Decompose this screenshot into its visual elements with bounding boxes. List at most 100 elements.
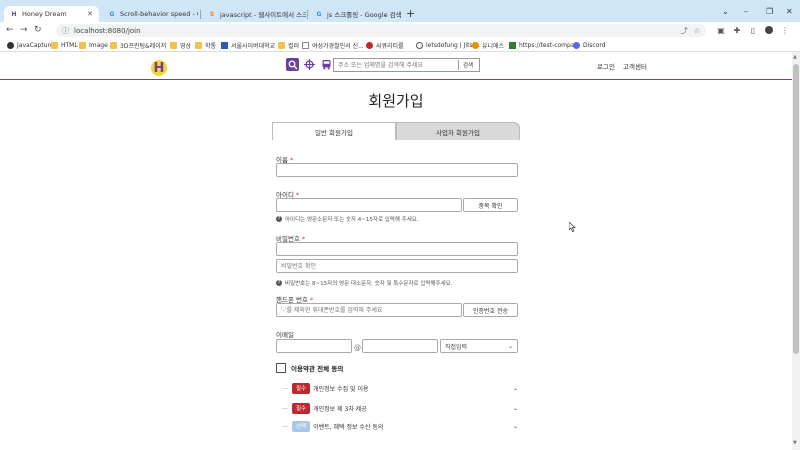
password-input[interactable] <box>281 243 517 255</box>
back-arrow-icon[interactable]: ← <box>6 25 14 35</box>
agree-all-checkbox[interactable] <box>276 363 286 373</box>
bookmark-label: Image <box>89 42 108 49</box>
forward-arrow-icon[interactable]: → <box>20 25 28 35</box>
chevron-down-icon[interactable]: ⌄ <box>513 405 518 412</box>
id-field[interactable] <box>276 198 462 212</box>
site-search-button[interactable]: 검색 <box>458 60 477 70</box>
site-search-input[interactable] <box>334 59 458 71</box>
bookmark-discord[interactable]: Discord <box>573 41 606 50</box>
bookmark-3d-printing[interactable]: 3D프린팅&레이저 <box>110 41 166 50</box>
term-item[interactable]: — 선택 이벤트, 혜택 정보 수신 동의 ⌄ <box>282 420 518 432</box>
term-dash: — <box>282 422 288 430</box>
close-icon[interactable]: ✕ <box>83 10 93 18</box>
bookmark-seoul-cyber[interactable]: 서울사이버대학교 <box>221 41 275 50</box>
name-input[interactable] <box>281 164 517 176</box>
bookmark-html[interactable]: HTML <box>51 41 78 50</box>
tab-js-scrolling[interactable]: G js 스크롤링 - Google 검색 ✕ <box>309 6 403 22</box>
page-scrollbar[interactable]: ▲ ▼ <box>792 52 800 450</box>
label-text: 이메일 <box>276 331 294 339</box>
url-text: localhost:8080/join <box>74 26 141 35</box>
sidebar-icon[interactable]: ▯ <box>748 25 758 35</box>
email-domain-input[interactable] <box>367 340 437 352</box>
tab-business-signup[interactable]: 사업자 회원가입 <box>396 122 520 140</box>
folder-icon <box>170 42 177 49</box>
term-item[interactable]: — 필수 개인정보 수집 및 이용 ⌄ <box>282 382 518 394</box>
bookmark-test-company[interactable]: https://test-compa... <box>509 41 580 50</box>
email-domain-select[interactable]: 직접입력 ⌄ <box>440 339 518 353</box>
menu-kebab-icon[interactable]: ⋮ <box>780 25 790 35</box>
bookmark-police[interactable]: 여성가경찰인서 신... <box>302 41 364 50</box>
document-icon <box>302 42 309 49</box>
name-field[interactable] <box>276 163 518 177</box>
chevron-down-icon[interactable]: ⌄ <box>513 385 518 392</box>
login-link[interactable]: 로그인 <box>597 61 615 71</box>
location-target-icon[interactable] <box>303 58 316 71</box>
bookmark-javacapture[interactable]: JavaCapture <box>7 41 54 50</box>
agree-all-row[interactable]: 이용약관 전체 동의 <box>276 363 343 373</box>
stackoverflow-favicon-icon: S <box>209 10 215 18</box>
reload-icon[interactable]: ↻ <box>34 25 42 35</box>
scroll-down-arrow-icon[interactable]: ▼ <box>793 440 797 446</box>
select-value: 직접입력 <box>445 343 468 351</box>
hint-text: 아이디는 영문소문자 또는 숫자 4~15자로 입력해 주세요. <box>285 217 419 223</box>
id-input[interactable] <box>281 199 461 211</box>
email-domain-field[interactable] <box>362 339 438 353</box>
share-icon[interactable]: ⤴ <box>681 26 688 36</box>
site-info-icon[interactable]: ⓘ <box>62 26 69 36</box>
tab-search-chevron-icon[interactable]: ⌄ <box>722 7 729 16</box>
password-field[interactable] <box>276 242 518 256</box>
scroll-up-arrow-icon[interactable]: ▲ <box>793 54 797 60</box>
tab-scroll-behavior[interactable]: G Scroll-behavior speed - Google ✕ <box>102 6 198 22</box>
password-confirm-input[interactable] <box>281 260 517 272</box>
customer-center-link[interactable]: 고객센터 <box>623 61 647 71</box>
honey-dream-logo[interactable]: H <box>148 56 170 78</box>
phone-input[interactable] <box>281 304 461 316</box>
phone-field[interactable] <box>276 303 462 317</box>
close-icon[interactable]: ✕ <box>402 10 403 18</box>
search-icon[interactable] <box>286 58 299 71</box>
id-duplicate-check-button[interactable]: 중복 확인 <box>463 198 518 212</box>
bookmark-video[interactable]: 영상 <box>170 41 191 50</box>
bookmark-unies[interactable]: 유니에스 <box>472 41 504 50</box>
bookmark-star-icon[interactable]: ☆ <box>694 27 700 35</box>
email-local-field[interactable] <box>276 339 352 353</box>
bookmark-security[interactable]: 씨큐리티를 <box>366 41 404 50</box>
password-confirm-field[interactable] <box>276 259 518 273</box>
scrollbar-thumb[interactable] <box>793 64 799 354</box>
window-close-icon[interactable]: ✕ <box>786 7 793 16</box>
google-favicon-icon: G <box>316 10 322 18</box>
tab-personal-signup[interactable]: 일반 회원가입 <box>272 122 396 140</box>
tab-javascript[interactable]: S javascript - 웹사이트에서 스크롤 ✕ <box>202 6 306 22</box>
term-item[interactable]: — 필수 개인정보 제 3자 제공 ⌄ <box>282 402 518 414</box>
bookmark-label: 영상 <box>180 43 192 50</box>
tab-separator <box>307 10 308 19</box>
minimize-icon[interactable]: – <box>744 7 748 16</box>
bookmark-label: 서울사이버대학교 <box>231 43 276 50</box>
folder-icon <box>79 42 86 49</box>
bookmark-label: 여성가경찰인서 신... <box>312 43 364 50</box>
bookmark-school[interactable]: 학통 <box>195 41 216 50</box>
required-badge: 필수 <box>292 402 311 414</box>
browser-tab-strip: H Honey Dream ✕ G Scroll-behavior speed … <box>0 0 800 22</box>
restore-icon[interactable]: ❐ <box>766 7 773 16</box>
bus-icon[interactable] <box>320 58 333 71</box>
folder-icon <box>195 42 202 49</box>
new-tab-plus-icon[interactable]: + <box>406 8 415 19</box>
profile-avatar-icon[interactable] <box>764 25 774 35</box>
unies-icon <box>472 42 479 49</box>
bookmark-image[interactable]: Image <box>79 41 108 50</box>
bookmark-color[interactable]: 컬러 <box>278 41 299 50</box>
page-title: 회원가입 <box>368 92 424 110</box>
bookmark-label: 학통 <box>205 43 217 50</box>
term-dash: — <box>282 404 288 412</box>
bookmark-jitsi[interactable]: letsdofung | Jitsi... <box>416 41 480 50</box>
address-bar[interactable]: ⓘ localhost:8080/join ⤴ ☆ <box>56 24 706 37</box>
puzzle-icon[interactable]: ✚ <box>732 25 742 35</box>
extension-icon[interactable]: ▣ <box>716 25 726 35</box>
tab-honey-dream[interactable]: H Honey Dream ✕ <box>4 6 99 22</box>
chevron-down-icon[interactable]: ⌄ <box>513 423 518 430</box>
email-local-input[interactable] <box>281 340 351 352</box>
university-icon <box>221 42 228 49</box>
discord-icon <box>573 42 580 49</box>
send-verification-button[interactable]: 인증번호 전송 <box>463 303 518 317</box>
